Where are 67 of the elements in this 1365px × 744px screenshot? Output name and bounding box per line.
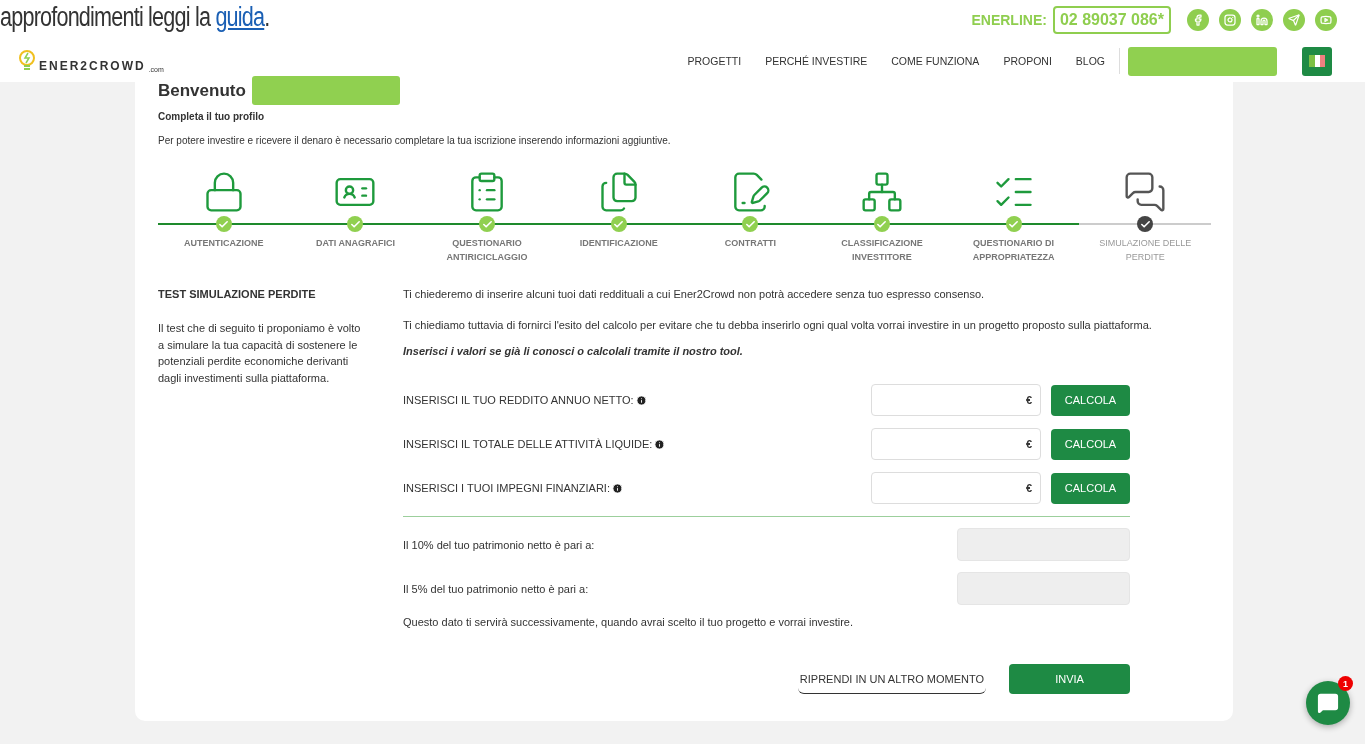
- submit-button[interactable]: INVIA: [1009, 664, 1130, 694]
- nav-link[interactable]: PROGETTI: [687, 55, 742, 67]
- chat-bubbles-icon: [1123, 170, 1168, 214]
- chat-button[interactable]: [1306, 681, 1350, 725]
- hierarchy-icon: [859, 170, 904, 214]
- flag-icon: [1309, 55, 1325, 67]
- chat-icon: [1317, 692, 1339, 714]
- info-icon[interactable]: [654, 439, 666, 451]
- welcome-title: Benvenuto: [158, 80, 246, 101]
- facebook-icon[interactable]: [1187, 9, 1209, 31]
- step-check-icon: [215, 216, 232, 232]
- logo-text: ENER2CROWD: [39, 59, 146, 73]
- guide-link[interactable]: guida: [215, 1, 265, 32]
- step-check-icon: [610, 216, 627, 232]
- step-label: DATI ANAGRAFICI: [315, 237, 395, 250]
- calculate-button[interactable]: CALCOLA: [1051, 384, 1130, 416]
- result-label: Il 10% del tuo patrimonio netto è pari a:: [403, 538, 595, 551]
- intro-text: Per potere investire e ricevere il denaro è necessario completare la tua iscrizione inserendo informazioni aggiuntive.: [158, 135, 672, 146]
- banner-text: approfondimenti leggi la guida.: [0, 1, 270, 33]
- section-title: TEST SIMULAZIONE PERDITE: [158, 288, 317, 300]
- telegram-icon[interactable]: [1283, 9, 1305, 31]
- nav-link[interactable]: COME FUNZIONA: [891, 55, 980, 67]
- info-icon[interactable]: [635, 395, 647, 407]
- input-label: INSERISCI IL TOTALE DELLE ATTIVITÀ LIQUIDE:: [403, 437, 871, 451]
- input-label: INSERISCI I TUOI IMPEGNI FINANZIARI:: [403, 481, 871, 495]
- step-label: IDENTIFICAZIONE: [579, 237, 658, 250]
- step-label: CONTRATTI: [724, 237, 776, 250]
- linkedin-icon[interactable]: [1251, 9, 1273, 31]
- hint-text: Inserisci i valori se già li conosci o calcolali tramite il nostro tool.: [403, 345, 744, 357]
- amount-field[interactable]: €: [871, 428, 1041, 460]
- step-check-icon: [742, 216, 759, 232]
- amount-field[interactable]: €: [871, 472, 1041, 504]
- step-check-icon: [479, 216, 496, 232]
- enerline-label: ENERLINE:: [971, 12, 1047, 28]
- section-description: Il test che di seguito ti proponiamo è volto a simulare la tua capacità di sostenere le potenziali perdite economiche derivanti dagli investimenti sulla piattaforma.: [158, 321, 362, 386]
- currency-unit: €: [1025, 482, 1032, 494]
- calculate-button[interactable]: CALCOLA: [1051, 472, 1130, 504]
- currency-unit: €: [1025, 438, 1032, 450]
- result-label: Il 5% del tuo patrimonio netto è pari a:: [403, 582, 589, 595]
- info-paragraph: Ti chiederemo di inserire alcuni tuoi dati reddituali a cui Ener2Crowd non potrà accedere senza tuo espresso consenso.: [403, 288, 985, 300]
- language-button[interactable]: [1302, 46, 1332, 76]
- nav-link[interactable]: PERCHÉ INVESTIRE: [765, 55, 868, 67]
- notification-badge: 1: [1338, 676, 1353, 691]
- lightbulb-icon: [18, 49, 36, 73]
- step-label: SIMULAZIONE DELLE PERDITE: [1098, 237, 1193, 264]
- step-check-icon: [1005, 216, 1022, 232]
- account-button[interactable]: [1128, 46, 1277, 76]
- instagram-icon[interactable]: [1219, 9, 1241, 31]
- step-label: AUTENTICAZIONE: [184, 237, 264, 250]
- step-check-icon: [873, 216, 890, 232]
- note-text: Questo dato ti servirà successivamente, quando avrai scelto il tuo progetto e vorrai investire.: [403, 616, 854, 628]
- step-check-icon: [1137, 216, 1154, 232]
- currency-unit: €: [1025, 394, 1032, 406]
- step-label: QUESTIONARIO DI APPROPRIATEZZA: [971, 237, 1056, 264]
- step-label: QUESTIONARIO ANTIRICICLAGGIO: [445, 237, 529, 264]
- nav-link[interactable]: BLOG: [1075, 55, 1105, 67]
- amount-field[interactable]: €: [871, 384, 1041, 416]
- resume-later-button[interactable]: RIPRENDI IN UN ALTRO MOMENTO: [797, 664, 986, 694]
- input-label: INSERISCI IL TUO REDDITO ANNUO NETTO:: [403, 393, 871, 407]
- step-label: CLASSIFICAZIONE INVESTITORE: [840, 237, 924, 264]
- youtube-icon[interactable]: [1315, 9, 1337, 31]
- calculate-button[interactable]: CALCOLA: [1051, 428, 1130, 460]
- subtitle: Completa il tuo profilo: [158, 111, 266, 122]
- info-paragraph: Ti chiediamo tuttavia di fornirci l'esito del calcolo per evitare che tu debba inserirlo ogni qual volta vorrai investire in un progetto proposto sulla piattaforma.: [403, 319, 1152, 331]
- step-check-icon: [347, 216, 364, 232]
- info-icon[interactable]: [612, 483, 623, 495]
- nav-link[interactable]: PROPONI: [1003, 55, 1052, 67]
